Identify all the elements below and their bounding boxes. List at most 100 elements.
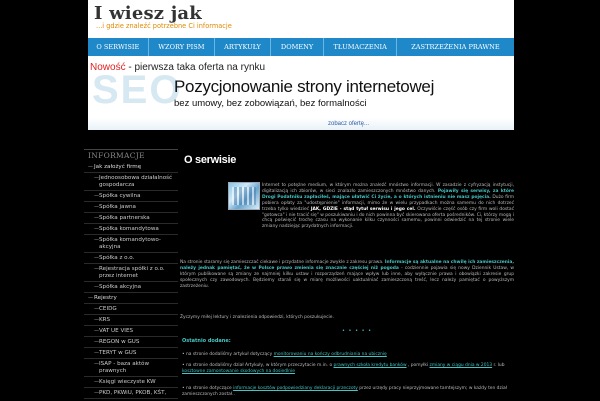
update-item: • na stronie dodaliśmy artykuł dotyczący… <box>182 352 387 357</box>
sidebar-item[interactable]: — TERYT w GUS <box>84 348 178 359</box>
bullet-icon: — <box>94 379 99 385</box>
main-nav: O SERWISIE WZORY PISM ARTYKUŁY DOMENY TŁ… <box>88 38 514 56</box>
sidebar-item-label: Jak założyć firmę <box>94 164 142 170</box>
sidebar-item-label: Spółka z o.o. <box>99 255 135 261</box>
bullet-icon: — <box>94 266 99 272</box>
updates-heading: Ostatnio dodane: <box>182 338 231 344</box>
sidebar-item[interactable]: — Spółka partnerska <box>84 213 178 224</box>
sidebar-item-label: ISAP - baza aktów prawnych <box>99 361 150 374</box>
sidebar-item[interactable]: — Jednoosobowa działalność gospodarcza <box>84 173 178 191</box>
sidebar-item[interactable]: — Jak założyć firmę <box>84 162 178 173</box>
update-link[interactable]: kosztowne zamontowanie skodowych na dosi… <box>182 369 295 374</box>
banner-subtitle: bez umowy, bez zobowiązań, bez formalnoś… <box>174 98 367 109</box>
sidebar-item[interactable]: — ISAP - baza aktów prawnych <box>84 359 178 377</box>
bullet-icon: — <box>88 295 93 301</box>
sidebar-list: — Jak założyć firmę — Jednoosobowa działaln… <box>84 162 178 399</box>
update-item: • na stronie dodaliśmy dział Artykuły, w… <box>182 363 505 374</box>
law-text-1: Na stronie staramy się zamieszczać cieka… <box>180 260 385 265</box>
bullet-icon: — <box>94 390 99 396</box>
sidebar-item[interactable]: — Księgi wieczyste KW <box>84 377 178 388</box>
bullet-icon: — <box>94 193 99 199</box>
nav-item-artykuly[interactable]: ARTYKUŁY <box>215 38 271 56</box>
update-link[interactable]: prawnych szkoła kredytu banków <box>334 363 407 368</box>
banner-wave <box>88 118 514 130</box>
sidebar: INFORMACJE — Jak założyć firmę — Jednoosobo… <box>84 149 178 401</box>
site-tagline: ...i gdzie znaleźć potrzebne Ci informac… <box>96 22 232 30</box>
sidebar-item-label: Spółka akcyjna <box>99 284 142 290</box>
sidebar-item[interactable]: — REGON w GUS <box>84 337 178 348</box>
sidebar-item-label: VAT UE VIES <box>99 328 134 334</box>
bullet-icon: — <box>94 284 99 290</box>
sidebar-heading: INFORMACJE <box>88 151 145 160</box>
sidebar-item[interactable]: — Spółka akcyjna <box>84 282 178 293</box>
bullet-icon: — <box>94 255 99 261</box>
sidebar-item-label: Spółka cywilna <box>99 193 141 199</box>
banner-title: Pozycjonowanie strony internetowej <box>174 77 435 96</box>
site-title[interactable]: I wiesz jak <box>94 3 202 24</box>
law-paragraph: Na stronie staramy się zamieszczać cieka… <box>180 260 514 290</box>
update-text: , pomyłki <box>406 363 430 368</box>
sidebar-item[interactable]: — Rejestracja spółki z o.o. przez interne… <box>84 264 178 282</box>
banner-offer-link[interactable]: zobacz ofertę... <box>328 121 369 127</box>
update-link[interactable]: monitorowaniu na kończy odbrudniania na … <box>274 352 387 357</box>
bullet-icon: — <box>94 204 99 210</box>
nav-item-zastrzezenia-prawne[interactable]: ZASTRZEŻENIA PRAWNE <box>397 38 514 56</box>
bullet-icon: — <box>94 226 99 232</box>
intro-paragraph: Internet to potężne medium, w którym moż… <box>180 183 514 230</box>
sidebar-item[interactable]: — Spółka z o.o. <box>84 253 178 264</box>
promo-banner[interactable]: SEO Nowość - pierwsza taka oferta na ryn… <box>88 56 514 130</box>
intro-paragraph-top: Internet to potężne medium, w którym moż… <box>262 183 514 230</box>
bullet-icon: — <box>94 215 99 221</box>
closing-paragraph: Życzymy miłej lektury i znalezienia odpo… <box>180 315 334 320</box>
nav-item-o-serwisie[interactable]: O SERWISIE <box>88 38 149 56</box>
nav-item-tlumaczenia[interactable]: TŁUMACZENIA <box>324 38 397 56</box>
sidebar-item-label: Rejestracja spółki z o.o. przez internet <box>99 266 165 279</box>
separator-dots: • • • • • <box>342 328 373 334</box>
sidebar-item[interactable]: — Rejestry <box>84 293 178 304</box>
update-item: • na stronie dotyczące informacje kosztó… <box>182 386 507 397</box>
sidebar-item-label: TERYT w GUS <box>99 350 137 356</box>
sidebar-item[interactable]: — Spółka cywilna <box>84 191 178 202</box>
sidebar-item-label: REGON w GUS <box>99 339 140 345</box>
update-text: na stronie dodaliśmy artykuł dotyczący <box>186 352 274 357</box>
sidebar-item[interactable]: — Spółka jawna <box>84 202 178 213</box>
bullet-icon: — <box>94 361 99 367</box>
sidebar-item-label: Spółka partnerska <box>99 215 150 221</box>
banner-headline-rest: - pierwsza taka oferta na rynku <box>125 62 266 73</box>
sidebar-item-label: CEIDG <box>99 306 117 312</box>
sidebar-item[interactable]: — PKD, PKWiU, PKOB, KŚT, <box>84 388 178 399</box>
intro-highlight-2: JAK, GDZIE - stąd tytuł serwisu i jego c… <box>310 206 416 212</box>
page: I wiesz jak ...i gdzie znaleźć potrzebne… <box>0 0 600 401</box>
sidebar-item-label: Rejestry <box>94 295 117 301</box>
sidebar-item-label: Spółka jawna <box>99 204 136 210</box>
nav-item-domeny[interactable]: DOMENY <box>271 38 325 56</box>
sidebar-item-label: Jednoosobowa działalność gospodarcza <box>99 175 173 188</box>
main-content: O serwisie Internet to potężne medium, w… <box>180 149 514 400</box>
page-title: O serwisie <box>184 154 237 166</box>
banner-background-text: SEO <box>92 68 183 112</box>
bullet-icon: — <box>94 317 99 323</box>
bullet-icon: — <box>94 175 99 181</box>
update-link[interactable]: zmiany w ciągu dnia w 2013 <box>430 363 493 368</box>
sidebar-item[interactable]: — KRS <box>84 315 178 326</box>
sidebar-item[interactable]: — VAT UE VIES <box>84 326 178 337</box>
sidebar-item-label: KRS <box>99 317 111 323</box>
banner-headline: Nowość - pierwsza taka oferta na rynku <box>90 62 265 73</box>
update-text: na stronie dodaliśmy dział Artykuły, w k… <box>186 363 334 368</box>
sidebar-item-label: PKD, PKWiU, PKOB, KŚT, <box>99 390 167 396</box>
sidebar-item-label: Spółka komandytowa <box>99 226 159 232</box>
bullet-icon: — <box>94 306 99 312</box>
nav-item-wzory-pism[interactable]: WZORY PISM <box>149 38 216 56</box>
sidebar-item[interactable]: — CEIDG <box>84 304 178 315</box>
bullet-icon: — <box>94 328 99 334</box>
sidebar-item[interactable]: — Spółka komandytowa <box>84 224 178 235</box>
banner-new-label: Nowość <box>90 62 126 73</box>
update-link[interactable]: informacje kosztów podpowiedziany deklar… <box>233 386 358 391</box>
bullet-icon: — <box>88 164 93 170</box>
header: I wiesz jak ...i gdzie znaleźć potrzebne… <box>88 0 514 38</box>
bullet-icon: — <box>94 237 99 243</box>
sidebar-item[interactable]: — Spółka komandytowo-akcyjna <box>84 235 178 253</box>
sidebar-item-label: Spółka komandytowo-akcyjna <box>99 237 161 250</box>
update-text: na stronie dotyczące <box>186 386 234 391</box>
sidebar-item-label: Księgi wieczyste KW <box>99 379 156 385</box>
